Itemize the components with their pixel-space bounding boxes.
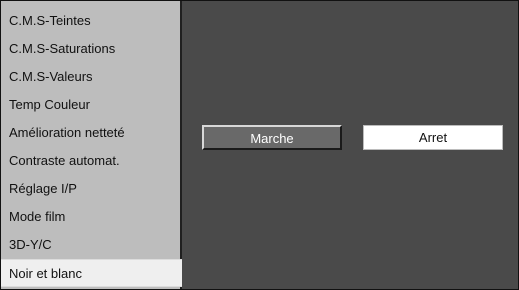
menu-item-mode-film[interactable]: Mode film (1, 203, 180, 231)
menu-item-noir-et-blanc[interactable]: Noir et blanc (1, 259, 182, 287)
options-panel: Marche Arret (182, 1, 518, 289)
settings-menu: C.M.S-Teintes C.M.S-Saturations C.M.S-Va… (1, 1, 182, 289)
menu-item-3d-yc[interactable]: 3D-Y/C (1, 231, 180, 259)
menu-item-amelioration-nettete[interactable]: Amélioration netteté (1, 119, 180, 147)
menu-item-cms-saturations[interactable]: C.M.S-Saturations (1, 35, 180, 63)
menu-item-reglage-ip[interactable]: Réglage I/P (1, 175, 180, 203)
menu-item-cms-valeurs[interactable]: C.M.S-Valeurs (1, 63, 180, 91)
menu-item-cms-teintes[interactable]: C.M.S-Teintes (1, 7, 180, 35)
marche-button[interactable]: Marche (202, 125, 342, 150)
arret-button[interactable]: Arret (363, 125, 503, 150)
menu-item-temp-couleur[interactable]: Temp Couleur (1, 91, 180, 119)
menu-item-contraste-automat[interactable]: Contraste automat. (1, 147, 180, 175)
osd-window: C.M.S-Teintes C.M.S-Saturations C.M.S-Va… (0, 0, 519, 290)
